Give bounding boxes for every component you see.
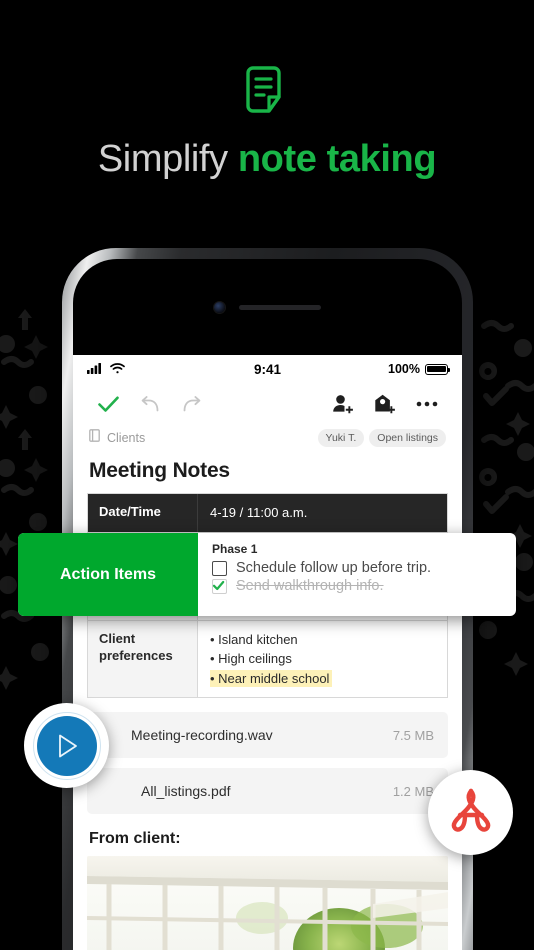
client-photo[interactable]	[87, 856, 448, 950]
tag-chip[interactable]: Yuki T.	[317, 429, 365, 447]
action-items-content: Phase 1 Schedule follow up before trip. …	[198, 533, 516, 616]
highlighted-text: • Near middle school	[210, 669, 333, 687]
play-triangle-icon	[36, 715, 97, 776]
action-item-label: Schedule follow up before trip.	[236, 560, 432, 576]
attachment-name: Meeting-recording.wav	[131, 727, 273, 743]
action-items-phase-label: Phase 1	[212, 542, 258, 556]
table-row: Client preferences • Island kitchen • Hi…	[88, 619, 447, 698]
page-title: Simplify note taking	[0, 138, 534, 181]
action-items-card: Action Items Phase 1 Schedule follow up …	[18, 533, 516, 616]
redo-arrow-icon[interactable]	[171, 383, 213, 425]
hero-section: Simplify note taking	[0, 0, 534, 230]
background-pattern-left	[0, 309, 49, 690]
table-cell-value: • Island kitchen • High ceilings • Near …	[198, 621, 447, 698]
status-bar: 9:41 100%	[73, 355, 462, 383]
notebook-name[interactable]: Clients	[107, 431, 145, 445]
attachment-audio[interactable]: Meeting-recording.wav 7.5 MB	[87, 712, 448, 758]
tag-chip[interactable]: Open listings	[369, 429, 446, 447]
battery-full-icon	[425, 363, 451, 375]
more-ellipsis-icon[interactable]	[406, 383, 448, 425]
table-cell-value: 4-19 / 11:00 a.m.	[210, 505, 308, 520]
attachment-size: 1.2 MB	[392, 783, 434, 799]
add-person-icon[interactable]	[322, 383, 364, 425]
pdf-attachment-badge[interactable]	[428, 770, 513, 855]
table-cell-key: Date/Time	[88, 494, 198, 532]
adobe-pdf-icon	[446, 786, 496, 839]
action-item-row-completed[interactable]: Send walkthrough info.	[212, 578, 502, 594]
action-items-panel-label: Action Items	[18, 533, 198, 616]
checkmark-icon[interactable]	[87, 383, 129, 425]
headline-accent: note taking	[237, 138, 437, 180]
notebook-breadcrumb-row: Clients Yuki T. Open listings	[73, 425, 462, 449]
table-cell-key: Client preferences	[88, 620, 198, 697]
tag-list: Yuki T. Open listings	[317, 429, 446, 447]
checkbox-checked-icon[interactable]	[212, 578, 227, 594]
note-document-icon	[244, 66, 290, 123]
battery-percent-label: 100%	[388, 362, 420, 376]
bullet-item: • High ceilings	[210, 651, 292, 666]
earpiece-speaker	[239, 304, 321, 310]
from-client-label: From client:	[89, 830, 181, 847]
table-row: Date/Time 4-19 / 11:00 a.m.	[88, 493, 447, 532]
attachment-size: 7.5 MB	[392, 727, 434, 743]
checkbox-unchecked-icon[interactable]	[212, 560, 227, 576]
action-item-row[interactable]: Schedule follow up before trip.	[212, 560, 502, 576]
audio-play-button[interactable]	[24, 703, 109, 788]
undo-arrow-icon[interactable]	[129, 383, 171, 425]
play-button-ring	[32, 711, 101, 780]
background-pattern-right	[479, 320, 534, 676]
note-title: Meeting Notes	[89, 459, 230, 482]
headline-plain: Simplify	[97, 138, 228, 180]
bullet-item-highlighted: • Near middle school	[210, 669, 435, 689]
front-camera-icon	[214, 301, 225, 313]
notebook-icon	[89, 429, 100, 447]
attachment-name: All_listings.pdf	[141, 783, 231, 799]
action-item-label: Send walkthrough info.	[236, 578, 384, 594]
phone-screen: 9:41 100% Clients Yuki T. Open listings …	[73, 355, 462, 950]
add-tag-icon[interactable]	[364, 383, 406, 425]
attachment-pdf[interactable]: All_listings.pdf 1.2 MB	[87, 768, 448, 814]
phone-top-hardware	[73, 259, 462, 355]
note-toolbar	[73, 383, 462, 425]
bullet-item: • Island kitchen	[210, 631, 298, 647]
